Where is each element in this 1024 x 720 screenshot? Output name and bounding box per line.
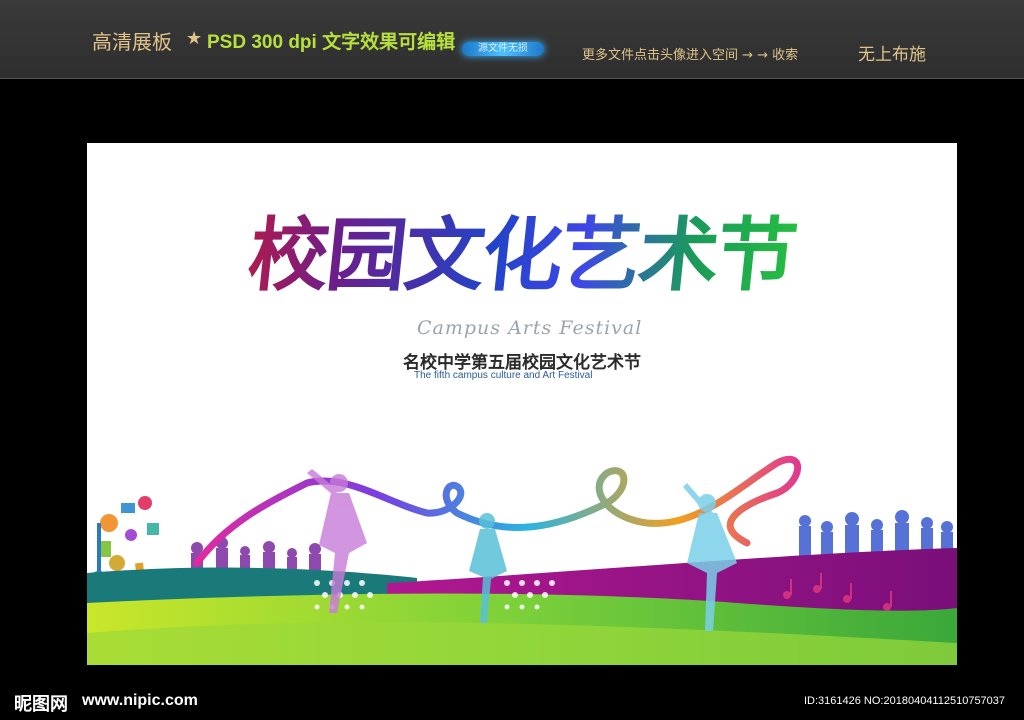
star-icon: ★ — [186, 28, 203, 49]
music-icons — [100, 496, 159, 571]
source-badge-label: 源文件无损 — [478, 43, 528, 54]
nipic-url[interactable]: www.nipic.com — [82, 692, 198, 710]
author-name[interactable]: 无上布施 — [858, 40, 926, 65]
nipic-logo: 昵图网 — [14, 694, 68, 715]
banner-specs: PSD 300 dpi 文字效果可编辑 — [207, 32, 456, 53]
image-id: ID:3161426 NO:20180404112510757037 — [804, 695, 1006, 707]
poster-script-title: Campus Arts Festival — [417, 317, 643, 339]
more-files-link[interactable]: 更多文件点击头像进入空间 → → 收索 — [582, 44, 798, 63]
top-banner: 高清展板 ★ PSD 300 dpi 文字效果可编辑 源文件无损 更多文件点击头… — [0, 0, 1024, 79]
source-badge: 源文件无损 — [462, 42, 544, 56]
poster-subtitle-en: The fifth campus culture and Art Festiva… — [414, 370, 593, 381]
poster-title: 校园文化艺术节 — [212, 205, 833, 305]
poster: 校园文化艺术节 Campus Arts Festival 名校中学第五届校园文化… — [87, 143, 957, 665]
banner-title: 高清展板 — [92, 30, 172, 54]
